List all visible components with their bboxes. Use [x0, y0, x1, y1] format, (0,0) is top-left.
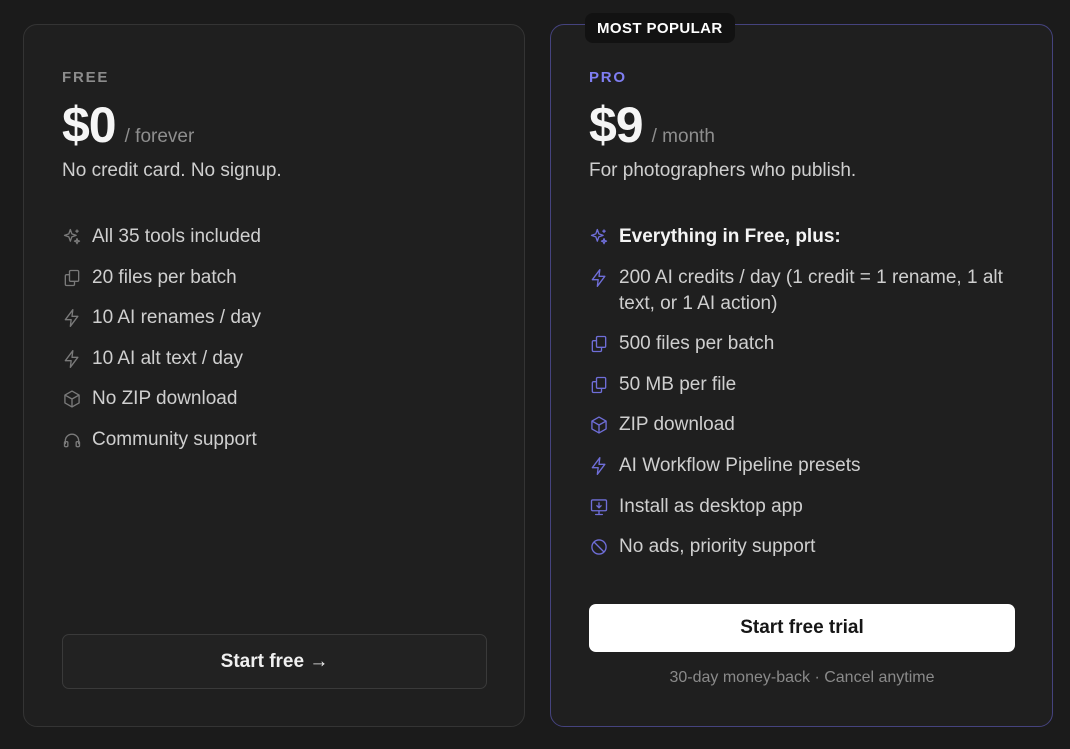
free-price-row: $0 / forever	[62, 96, 486, 154]
bolt-icon	[64, 309, 79, 328]
feature-text: Install as desktop app	[619, 495, 803, 517]
files-icon	[591, 336, 607, 353]
start-free-button[interactable]: Start free →	[62, 634, 487, 689]
feature-text: 200 AI credits / day (1 credit = 1 renam…	[619, 266, 1003, 314]
feature-text: No ads, priority support	[619, 536, 816, 558]
sparkles-icon	[63, 228, 81, 245]
feature-text: All 35 tools included	[92, 226, 261, 247]
pro-price-row: $9 / month	[589, 96, 1014, 154]
feature-text: No ZIP download	[92, 388, 238, 410]
sparkles-icon	[590, 228, 608, 245]
bolt-icon	[64, 349, 79, 368]
feature-item: No ZIP download	[62, 386, 486, 412]
pro-price: $9	[589, 97, 644, 153]
pro-tier-label: PRO	[589, 69, 627, 86]
feature-item: 10 AI renames / day	[62, 305, 486, 331]
pro-feature-list: Everything in Free, plus: 200 AI credits…	[589, 224, 1014, 560]
headphones-icon	[63, 433, 81, 448]
pro-plan-card: MOST POPULAR PRO $9 / month For photogra…	[550, 13, 1053, 727]
feature-text: 50 MB per file	[619, 373, 737, 395]
bolt-icon	[591, 268, 606, 287]
feature-item: 500 files per batch	[589, 331, 1014, 357]
start-free-trial-button[interactable]: Start free trial	[589, 604, 1015, 652]
feature-item: Install as desktop app	[589, 494, 1014, 520]
bolt-icon	[591, 456, 606, 475]
feature-text: Community support	[92, 428, 257, 450]
feature-text: Everything in Free, plus:	[619, 226, 841, 247]
files-icon	[591, 376, 607, 393]
package-icon	[64, 390, 80, 408]
feature-item: 200 AI credits / day (1 credit = 1 renam…	[589, 265, 1014, 317]
feature-text: ZIP download	[619, 414, 735, 436]
pro-period: / month	[651, 126, 715, 147]
feature-item: No ads, priority support	[589, 534, 1014, 560]
feature-item: ZIP download	[589, 412, 1014, 438]
feature-text: 10 AI alt text / day	[92, 347, 244, 369]
feature-text: 20 files per batch	[92, 266, 237, 288]
feature-item: 10 AI alt text / day	[62, 346, 486, 372]
free-description: No credit card. No signup.	[62, 160, 282, 181]
most-popular-badge: MOST POPULAR	[585, 13, 735, 43]
free-period: / forever	[124, 126, 195, 147]
feature-text: 10 AI renames / day	[92, 307, 261, 329]
free-plan-card: FREE $0 / forever No credit card. No sig…	[23, 24, 525, 727]
ban-icon	[591, 539, 607, 555]
feature-item: AI Workflow Pipeline presets	[589, 453, 1014, 479]
package-icon	[591, 416, 607, 434]
feature-item: All 35 tools included	[62, 224, 486, 250]
free-feature-list: All 35 tools included 20 files per batch…	[62, 224, 486, 453]
free-tier-label: FREE	[62, 69, 110, 86]
feature-item: Everything in Free, plus:	[589, 224, 1014, 250]
feature-text: AI Workflow Pipeline presets	[619, 454, 861, 476]
feature-item: 20 files per batch	[62, 265, 486, 291]
files-icon	[64, 269, 80, 286]
feature-text: 500 files per batch	[619, 333, 775, 355]
money-back-note: 30-day money-back · Cancel anytime	[669, 669, 935, 686]
feature-item: Community support	[62, 427, 486, 453]
monitor-download-icon	[590, 498, 608, 515]
free-price: $0	[62, 97, 117, 153]
pro-description: For photographers who publish.	[589, 160, 857, 181]
feature-item: 50 MB per file	[589, 372, 1014, 398]
